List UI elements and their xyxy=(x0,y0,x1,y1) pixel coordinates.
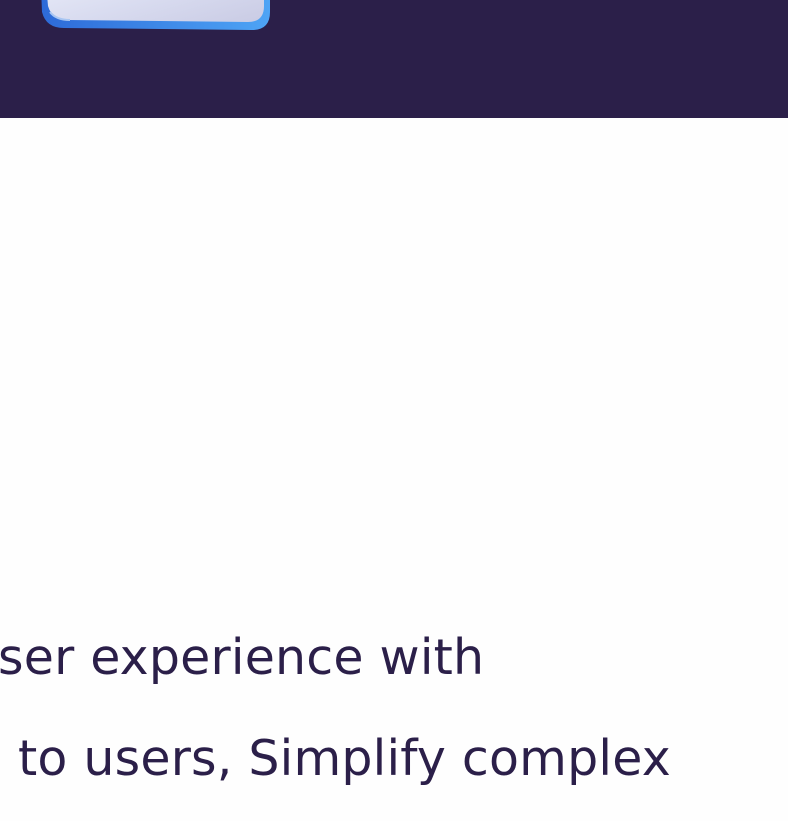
device-screen-icon xyxy=(41,0,270,30)
content-section: ser experience with to users, Simplify c… xyxy=(0,118,788,821)
description-line-2: to users, Simplify complex xyxy=(18,730,671,787)
description-line-1: ser experience with xyxy=(0,629,485,686)
hero-band xyxy=(0,0,788,118)
page: ser experience with to users, Simplify c… xyxy=(0,0,788,821)
